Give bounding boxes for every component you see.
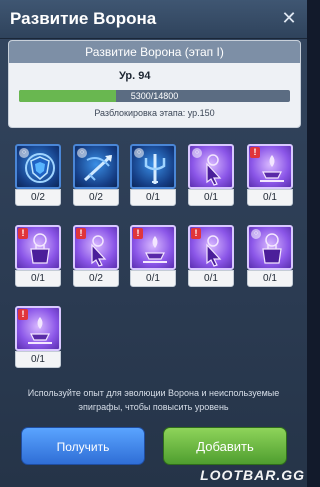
stage-card-header: Развитие Ворона (этап I) — [9, 41, 300, 63]
epigraph-tile[interactable]: ○ — [15, 144, 61, 189]
epigraph-slot[interactable]: ! 0/2 — [73, 225, 119, 287]
epigraph-slot[interactable]: ! 0/1 — [247, 144, 293, 206]
slot-count: 0/1 — [247, 189, 293, 206]
epigraph-slot[interactable]: ○ 0/1 — [130, 144, 176, 206]
alert-badge-icon: ! — [18, 228, 28, 239]
epigraph-slot[interactable]: ! 0/1 — [15, 306, 61, 368]
epigraph-tile[interactable]: ! — [130, 225, 176, 270]
epigraph-slot[interactable]: ○ 0/2 — [73, 144, 119, 206]
panel-header: Развитие Ворона ✕ — [0, 0, 307, 39]
ring-badge-icon: ○ — [251, 229, 261, 239]
ring-badge-icon: ○ — [192, 148, 202, 158]
epigraph-tile[interactable]: ! — [15, 225, 61, 270]
slot-count: 0/1 — [188, 189, 234, 206]
alert-badge-icon: ! — [76, 228, 86, 239]
stage-unlock-text: Разблокировка этапа: ур.150 — [94, 108, 215, 118]
epigraph-tile[interactable]: ○ — [188, 144, 234, 189]
epigraph-slot[interactable]: ○ 0/2 — [15, 144, 61, 206]
ring-badge-icon: ○ — [19, 148, 29, 158]
alert-badge-icon: ! — [191, 228, 201, 239]
epigraph-tile[interactable]: ○ — [130, 144, 176, 189]
stage-card: Развитие Ворона (этап I) Ур. 94 5300/148… — [8, 40, 301, 128]
close-icon[interactable]: ✕ — [279, 8, 299, 28]
level-label: Ур. 94 — [119, 70, 151, 82]
slot-count: 0/1 — [130, 189, 176, 206]
add-button[interactable]: Добавить — [163, 427, 287, 465]
slot-count: 0/1 — [188, 270, 234, 287]
epigraph-slot[interactable]: ! 0/1 — [15, 225, 61, 287]
alert-badge-icon: ! — [250, 147, 260, 158]
epigraph-tile[interactable]: ! — [15, 306, 61, 351]
slot-count: 0/1 — [15, 351, 61, 368]
epigraph-tile[interactable]: ! — [73, 225, 119, 270]
panel-title: Развитие Ворона — [10, 9, 157, 28]
get-button[interactable]: Получить — [21, 427, 145, 465]
raven-development-panel: Развитие Ворона ✕ Развитие Ворона (этап … — [0, 0, 307, 487]
stage-title: Развитие Ворона (этап I) — [85, 45, 224, 59]
experience-progress-text: 5300/14800 — [130, 91, 179, 101]
slot-count: 0/1 — [247, 270, 293, 287]
ring-badge-icon: ○ — [77, 148, 87, 158]
hint-text: Используйте опыт для эволюции Ворона и н… — [27, 388, 280, 412]
slot-count: 0/2 — [73, 189, 119, 206]
slot-count: 0/2 — [73, 270, 119, 287]
epigraph-tile[interactable]: ○ — [73, 144, 119, 189]
epigraph-tile[interactable]: ! — [247, 144, 293, 189]
epigraph-slot[interactable]: ○ 0/1 — [188, 144, 234, 206]
alert-badge-icon: ! — [18, 309, 28, 320]
epigraph-slot[interactable]: ! 0/1 — [130, 225, 176, 287]
epigraph-tile[interactable]: ! — [188, 225, 234, 270]
alert-badge-icon: ! — [133, 228, 143, 239]
lootbar-watermark: LOOTBAR.GG — [200, 467, 305, 483]
ring-badge-icon: ○ — [134, 148, 144, 158]
epigraph-tile[interactable]: ○ — [247, 225, 293, 270]
slot-count: 0/1 — [15, 270, 61, 287]
experience-progress-bar: 5300/14800 — [19, 90, 290, 102]
epigraph-slot[interactable]: ○ 0/1 — [247, 225, 293, 287]
epigraph-slot[interactable]: ! 0/1 — [188, 225, 234, 287]
slot-count: 0/1 — [130, 270, 176, 287]
slot-count: 0/2 — [15, 189, 61, 206]
